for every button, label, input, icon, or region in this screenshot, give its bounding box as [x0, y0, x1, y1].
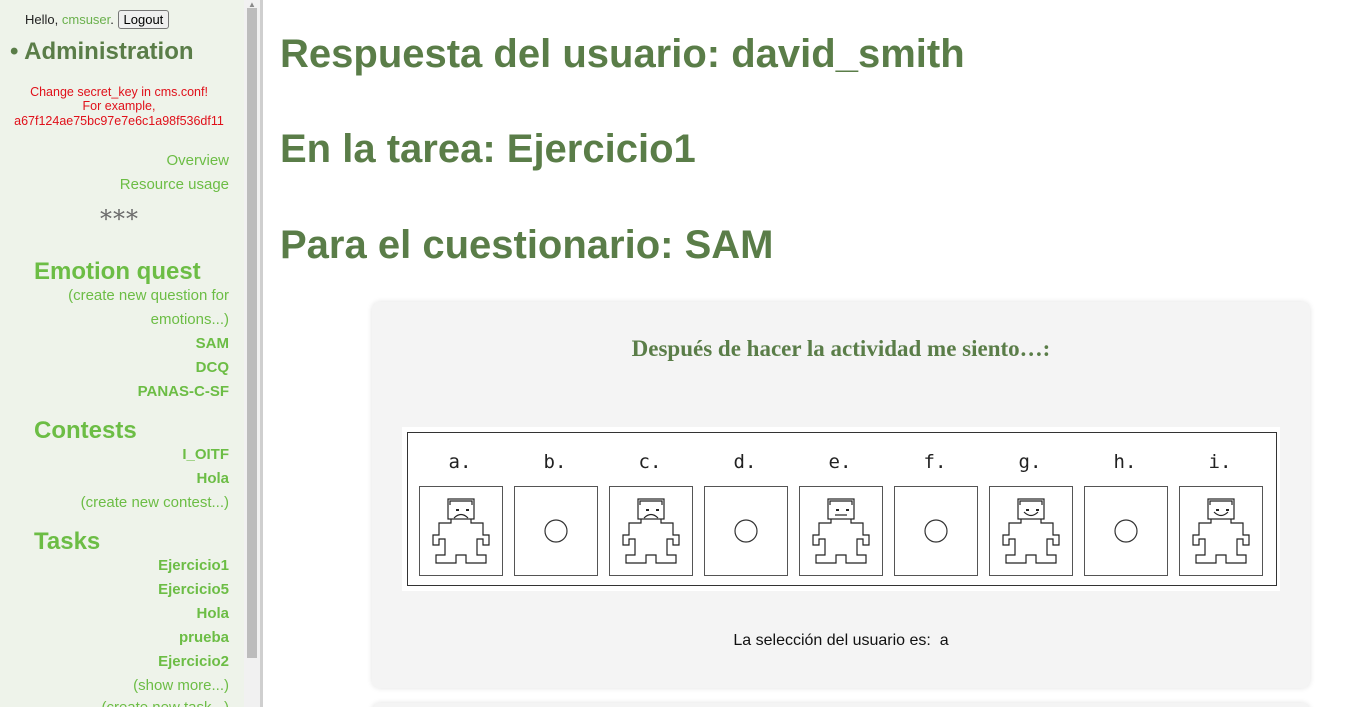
create-task-link[interactable]: (create new task...)	[101, 699, 229, 707]
scrollbar-thumb[interactable]	[247, 8, 257, 658]
overview-link[interactable]: Overview	[166, 152, 229, 169]
task-item-prueba[interactable]: prueba	[179, 629, 229, 646]
sam-option-letter: a.	[448, 451, 472, 473]
selection-value: a	[939, 632, 949, 649]
sam-figure-neutral-icon	[812, 498, 870, 564]
greeting-text: Hello,	[25, 12, 59, 27]
sam-option-e	[799, 486, 883, 576]
sidebar: Hello, cmsuser. Logout • Administration …	[0, 0, 244, 707]
sam-option-letter: e.	[828, 451, 852, 473]
separator-stars: ***	[100, 205, 139, 233]
contests-title[interactable]: Contests	[34, 417, 137, 445]
contest-item-hola[interactable]: Hola	[196, 470, 229, 487]
sam-option-letter: h.	[1113, 451, 1137, 473]
task-item-ejercicio5[interactable]: Ejercicio5	[158, 581, 229, 598]
circle-icon	[734, 519, 758, 543]
username-link[interactable]: cmsuser	[62, 12, 110, 27]
selection-label: La selección del usuario es:	[733, 632, 931, 649]
sam-scale-frame: a. b. c. d. e. f. g. h. i.	[407, 432, 1277, 586]
sam-option-g	[989, 486, 1073, 576]
secret-key-warning-line1: Change secret_key in cms.conf!	[30, 85, 208, 99]
sam-option-a	[419, 486, 503, 576]
create-question-link-line1[interactable]: (create new question for	[68, 287, 229, 304]
sam-option-letter: g.	[1018, 451, 1042, 473]
quest-item-sam[interactable]: SAM	[196, 335, 229, 352]
next-question-card	[372, 703, 1310, 707]
sidebar-scrollbar[interactable]: ▲	[244, 0, 260, 707]
sam-figure-happy-icon	[1002, 498, 1060, 564]
tasks-title[interactable]: Tasks	[34, 528, 100, 556]
sam-option-i	[1179, 486, 1263, 576]
task-item-ejercicio1[interactable]: Ejercicio1	[158, 557, 229, 574]
task-item-hola[interactable]: Hola	[196, 605, 229, 622]
questionnaire-heading: Para el cuestionario: SAM	[280, 223, 774, 267]
greeting-period: .	[110, 12, 114, 27]
show-more-tasks-link[interactable]: (show more...)	[133, 677, 229, 694]
task-item-ejercicio2[interactable]: Ejercicio2	[158, 653, 229, 670]
secret-key-warning-line2: For example,	[82, 99, 156, 113]
greeting-line: Hello, cmsuser. Logout	[25, 10, 170, 29]
sam-option-h	[1084, 486, 1168, 576]
logout-button[interactable]: Logout	[117, 10, 170, 29]
create-contest-link[interactable]: (create new contest...)	[81, 494, 229, 511]
contest-item-ioitf[interactable]: I_OITF	[182, 446, 229, 463]
sam-figure-sad-icon	[432, 498, 490, 564]
resource-usage-link[interactable]: Resource usage	[120, 176, 229, 193]
sam-option-b	[514, 486, 598, 576]
quest-item-dcq[interactable]: DCQ	[196, 359, 229, 376]
sam-scale: a. b. c. d. e. f. g. h. i.	[402, 427, 1280, 591]
sam-option-d	[704, 486, 788, 576]
sam-option-letter: b.	[543, 451, 567, 473]
quest-item-panas[interactable]: PANAS-C-SF	[138, 383, 229, 400]
sam-option-f	[894, 486, 978, 576]
circle-icon	[924, 519, 948, 543]
sam-option-letter: c.	[638, 451, 662, 473]
circle-icon	[544, 519, 568, 543]
user-response-heading: Respuesta del usuario: david_smith	[280, 32, 965, 76]
secret-key-example: a67f124ae75bc97e7e6c1a98f536df11	[14, 114, 224, 128]
question-card: Después de hacer la actividad me siento……	[372, 302, 1310, 688]
user-selection: La selección del usuario es: a	[372, 632, 1310, 650]
sam-figure-sad-icon	[622, 498, 680, 564]
circle-icon	[1114, 519, 1138, 543]
sam-option-c	[609, 486, 693, 576]
task-heading: En la tarea: Ejercicio1	[280, 127, 696, 171]
sam-option-letter: f.	[923, 451, 947, 473]
sam-option-letter: i.	[1208, 451, 1232, 473]
emotion-quest-title[interactable]: Emotion quest	[34, 258, 201, 286]
sidebar-divider	[260, 0, 263, 707]
admin-title: • Administration	[10, 38, 194, 65]
sam-figure-happy-icon	[1192, 498, 1250, 564]
question-text: Después de hacer la actividad me siento……	[631, 336, 1051, 361]
sam-option-letter: d.	[733, 451, 757, 473]
create-question-link-line2[interactable]: emotions...)	[151, 311, 229, 328]
